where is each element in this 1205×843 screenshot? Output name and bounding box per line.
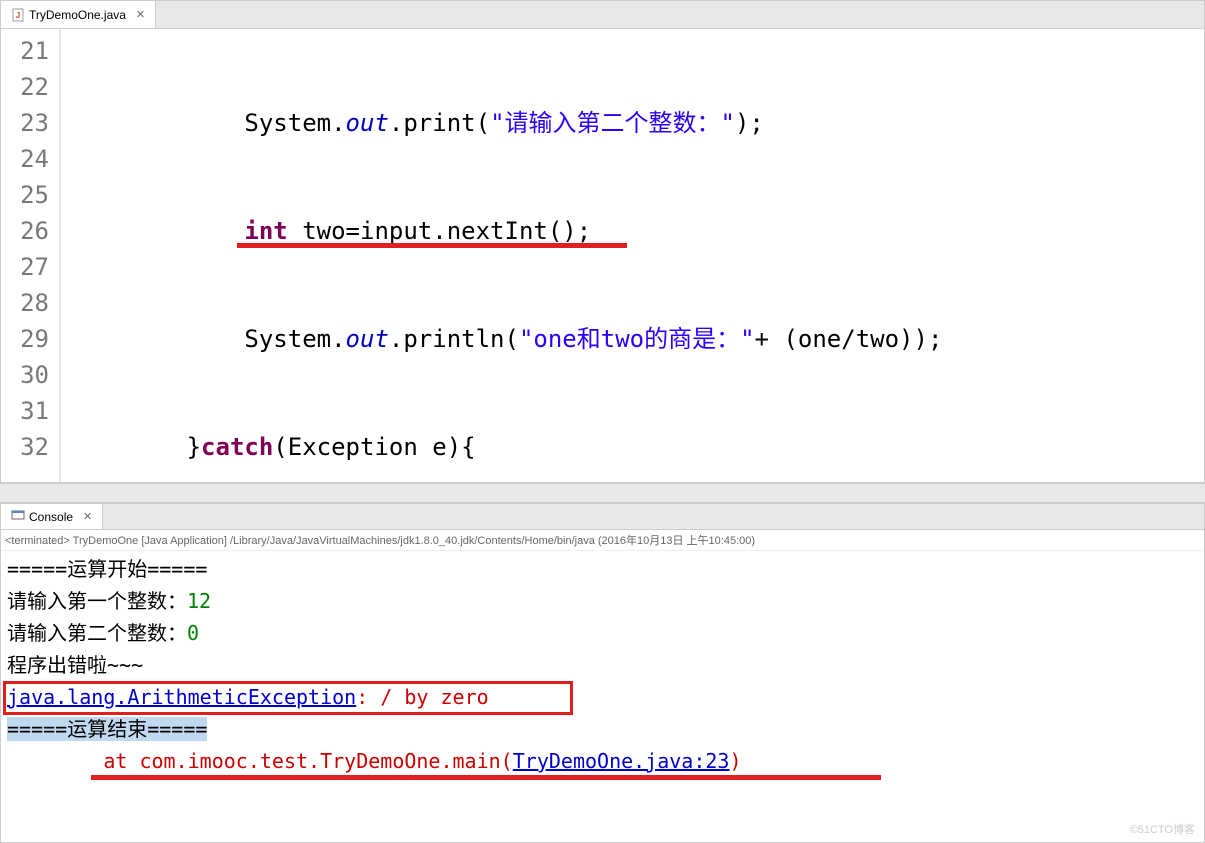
annotation-box [3,681,573,715]
code-line: System.out.println("one和two的商是："+ (one/t… [71,321,1194,357]
console-header: <terminated> TryDemoOne [Java Applicatio… [1,530,1204,551]
code-area[interactable]: 21 22 23 24 25 26 27 28 29 30 31 32 Syst… [1,29,1204,482]
line-number: 23 [5,105,49,141]
java-file-icon: J [11,8,25,22]
console-line: 请输入第一个整数：12 [7,585,1198,617]
console-tab-bar: Console ✕ [1,504,1204,530]
console-line: =====运算结束===== [7,713,1198,745]
line-number: 30 [5,357,49,393]
line-number: 21 [5,33,49,69]
console-tab-label: Console [29,510,73,524]
console-line: =====运算开始===== [7,553,1198,585]
annotation-underline [91,775,881,780]
line-number: 32 [5,429,49,465]
line-number: 31 [5,393,49,429]
console-line: 请输入第二个整数：0 [7,617,1198,649]
editor-tab-bar: J TryDemoOne.java ✕ [1,1,1204,29]
code-line: }catch(Exception e){ [71,429,1194,465]
line-number: 28 [5,285,49,321]
line-number: 22 [5,69,49,105]
console-panel: Console ✕ <terminated> TryDemoOne [Java … [0,503,1205,843]
line-number: 27 [5,249,49,285]
tab-filename: TryDemoOne.java [29,8,126,22]
console-icon [11,508,25,525]
line-numbers: 21 22 23 24 25 26 27 28 29 30 31 32 [1,29,61,482]
console-line: 程序出错啦~~~ [7,649,1198,681]
editor-tab[interactable]: J TryDemoOne.java ✕ [1,1,156,28]
line-number: 24 [5,141,49,177]
close-icon[interactable]: ✕ [83,510,92,523]
console-tab[interactable]: Console ✕ [1,504,103,529]
line-number: 29 [5,321,49,357]
svg-text:J: J [16,11,20,20]
editor-panel: J TryDemoOne.java ✕ 21 22 23 24 25 26 27… [0,0,1205,483]
close-icon[interactable]: ✕ [136,8,145,21]
watermark: ©51CTO博客 [1130,821,1195,837]
console-line: at com.imooc.test.TryDemoOne.main(TryDem… [7,745,1198,777]
sash-divider[interactable] [0,483,1205,503]
code-line: System.out.print("请输入第二个整数："); [71,105,1194,141]
line-number: 26 [5,213,49,249]
console-content[interactable]: =====运算开始===== 请输入第一个整数：12 请输入第二个整数：0 程序… [1,551,1204,842]
annotation-underline [237,243,627,248]
code-content[interactable]: System.out.print("请输入第二个整数："); int two=i… [61,29,1204,482]
line-number: 25 [5,177,49,213]
